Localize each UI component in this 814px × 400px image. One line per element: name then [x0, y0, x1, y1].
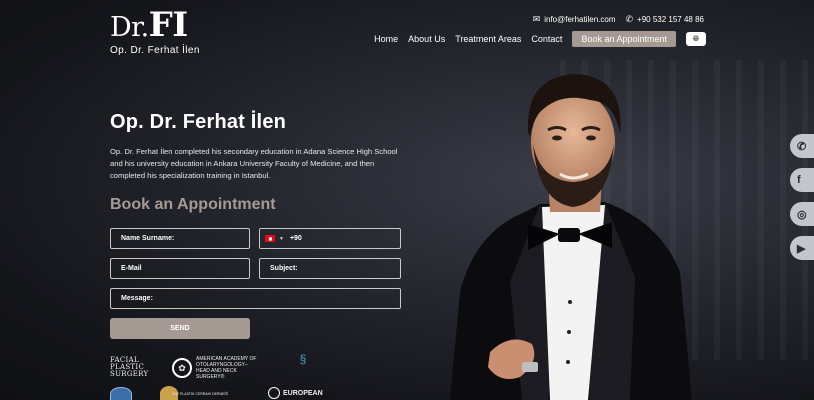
chevron-down-icon: ▼: [279, 235, 284, 242]
affiliation-logos: FACIAL PLASTIC SURGERY ✿ AMERICAN ACADEM…: [110, 352, 340, 400]
aao-text: AMERICAN ACADEMY OF OTOLARYNGOLOGY– HEAD…: [196, 356, 266, 380]
whatsapp-icon: ✆: [797, 140, 807, 153]
logo-subtitle: Op. Dr. Ferhat İlen: [110, 45, 200, 56]
hero-title: Op. Dr. Ferhat İlen: [110, 111, 287, 133]
social-links: ✆ f ◎ ▶: [790, 134, 814, 260]
message-field[interactable]: Message:: [110, 288, 401, 309]
language-selector[interactable]: 🌐︎: [686, 32, 706, 46]
name-field[interactable]: Name Surname:: [110, 228, 250, 249]
logo-mark: Dr.FI: [110, 8, 210, 43]
message-placeholder: Message:: [121, 295, 153, 302]
phone-link[interactable]: ✆ +90 532 157 48 86: [626, 14, 705, 25]
envelope-icon: ✉: [532, 14, 541, 24]
instagram-icon: ◎: [797, 208, 807, 221]
aao-seal-icon: ✿: [172, 358, 192, 378]
main-nav: Home About Us Treatment Areas Contact Bo…: [374, 31, 706, 47]
youtube-button[interactable]: ▶: [790, 236, 814, 260]
turkey-flag-icon[interactable]: [265, 235, 275, 242]
name-placeholder: Name Surname:: [121, 235, 175, 242]
logo-initials: FI: [148, 5, 189, 45]
email-text: info@ferhatilen.com: [544, 15, 616, 24]
phone-code: +90: [289, 235, 302, 242]
european-logo: EUROPEAN: [268, 387, 323, 399]
ring-icon: [268, 387, 280, 399]
phone-icon: ✆: [625, 14, 634, 24]
fps-line3: SURGERY: [110, 370, 149, 378]
european-text: EUROPEAN: [283, 389, 323, 397]
site-logo[interactable]: Dr.FI Op. Dr. Ferhat İlen: [110, 8, 210, 56]
nav-home[interactable]: Home: [374, 34, 398, 44]
doctor-portrait: [450, 74, 692, 400]
round-badge-logo: [110, 387, 132, 400]
facebook-icon: f: [797, 174, 801, 186]
nav-about-us[interactable]: About Us: [408, 34, 445, 44]
email-link[interactable]: ✉ info@ferhatilen.com: [533, 14, 616, 25]
globe-icon: 🌐︎: [692, 34, 700, 43]
youtube-icon: ▶: [797, 242, 806, 255]
nav-contact[interactable]: Contact: [531, 34, 562, 44]
aao-logo: ✿ AMERICAN ACADEMY OF OTOLARYNGOLOGY– HE…: [172, 356, 266, 380]
subject-placeholder: Subject:: [270, 265, 298, 272]
send-button[interactable]: SEND: [110, 318, 250, 339]
society-seal-logo: §: [292, 352, 314, 378]
phone-field[interactable]: ▼ +90: [259, 228, 401, 249]
phone-text: +90 532 157 48 86: [637, 15, 704, 24]
whatsapp-button[interactable]: ✆: [790, 134, 814, 158]
email-placeholder: E-Mail: [121, 265, 142, 272]
nav-treatment-areas[interactable]: Treatment Areas: [455, 34, 521, 44]
logo-dr: Dr.: [110, 12, 149, 43]
instagram-button[interactable]: ◎: [790, 202, 814, 226]
society-seal-icon: §: [299, 352, 307, 366]
contact-bar: ✉ info@ferhatilen.com ✆ +90 532 157 48 8…: [533, 14, 704, 25]
hero-text: Op. Dr. Ferhat İlen completed his second…: [110, 147, 398, 180]
subject-field[interactable]: Subject:: [259, 258, 401, 279]
yuz-plastik-text: YÜZ PLASTİK CERRAHİ DERNEĞİ: [172, 392, 229, 396]
book-appointment-button[interactable]: Book an Appointment: [572, 31, 676, 47]
aao-line3: HEAD AND NECK SURGERY®: [196, 368, 237, 380]
email-field[interactable]: E-Mail: [110, 258, 250, 279]
facial-plastic-surgery-logo: FACIAL PLASTIC SURGERY: [110, 357, 148, 378]
form-title: Book an Appointment: [110, 196, 276, 213]
facebook-button[interactable]: f: [790, 168, 814, 192]
